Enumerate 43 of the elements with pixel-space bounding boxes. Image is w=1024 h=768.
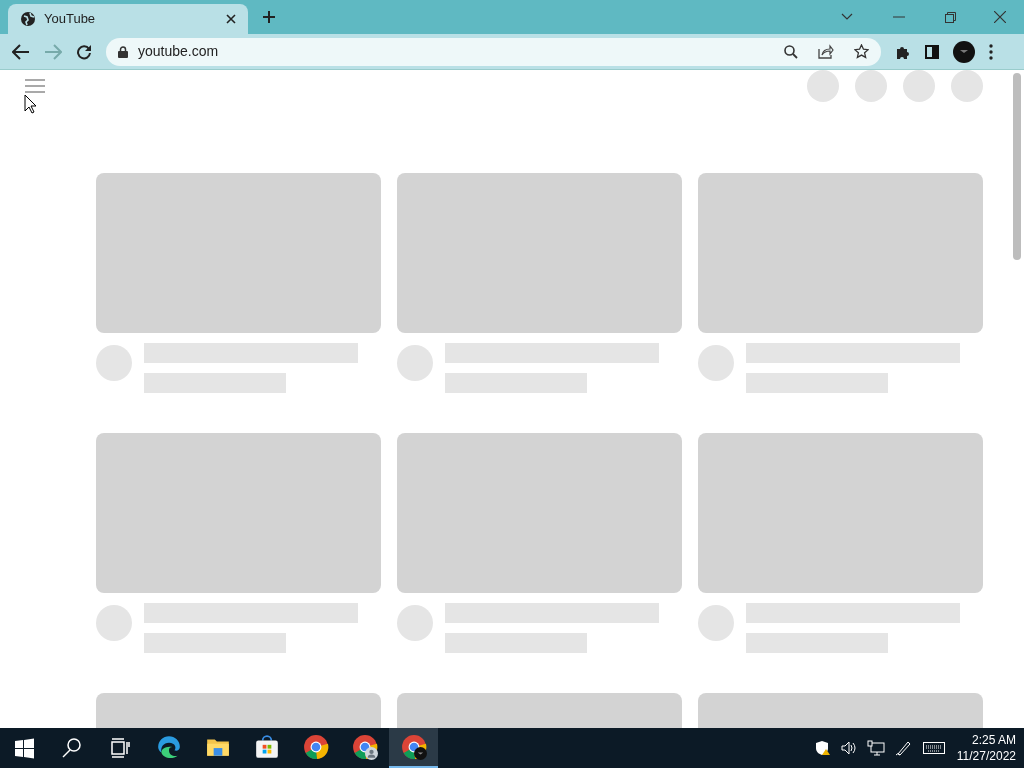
avatar-placeholder — [698, 605, 734, 641]
chevron-down-icon[interactable] — [841, 13, 853, 21]
restore-icon[interactable] — [945, 11, 956, 23]
browser-tab[interactable]: YouTube — [8, 4, 248, 34]
search-icon[interactable] — [60, 736, 84, 760]
share-icon[interactable] — [818, 44, 834, 59]
globe-icon — [20, 11, 36, 27]
avatar-icon[interactable] — [953, 40, 975, 63]
menu-icon[interactable] — [989, 43, 993, 60]
chrome-icon — [302, 734, 329, 760]
task-view-icon[interactable] — [108, 736, 132, 760]
network-icon[interactable] — [866, 740, 885, 756]
windows-icon[interactable] — [12, 736, 36, 760]
address-bar[interactable]: youtube.com — [106, 37, 881, 66]
lock-icon — [118, 45, 128, 58]
back-icon[interactable] — [12, 43, 30, 60]
taskbar-button[interactable] — [389, 728, 438, 768]
avatar-placeholder — [698, 345, 734, 381]
avatar-placeholder — [397, 345, 433, 381]
avatar-placeholder — [96, 605, 132, 641]
shield-icon[interactable] — [814, 740, 831, 756]
star-icon[interactable] — [854, 44, 869, 59]
close-icon[interactable] — [994, 11, 1006, 23]
store-icon — [253, 734, 280, 760]
new-tab-icon[interactable] — [262, 10, 276, 24]
clock-time[interactable]: 2:25 AM — [971, 732, 1016, 748]
clock-date[interactable]: 11/27/2022 — [956, 748, 1016, 764]
keyboard-icon[interactable] — [922, 742, 945, 754]
chrome-icon — [351, 734, 378, 760]
side-panel-icon[interactable] — [925, 44, 939, 59]
cursor-icon — [24, 94, 38, 114]
tab-title: YouTube — [44, 10, 97, 29]
speaker-icon[interactable] — [840, 741, 857, 755]
chrome-icon — [400, 734, 427, 760]
edge-icon — [155, 734, 182, 760]
reload-icon[interactable] — [76, 43, 92, 60]
close-icon[interactable] — [226, 14, 236, 24]
scrollbar-thumb[interactable] — [1013, 73, 1021, 260]
pen-icon[interactable] — [894, 740, 913, 756]
url-text: youtube.com — [138, 42, 220, 61]
avatar-placeholder — [397, 605, 433, 641]
avatar-placeholder — [96, 345, 132, 381]
search-icon[interactable] — [784, 44, 798, 59]
